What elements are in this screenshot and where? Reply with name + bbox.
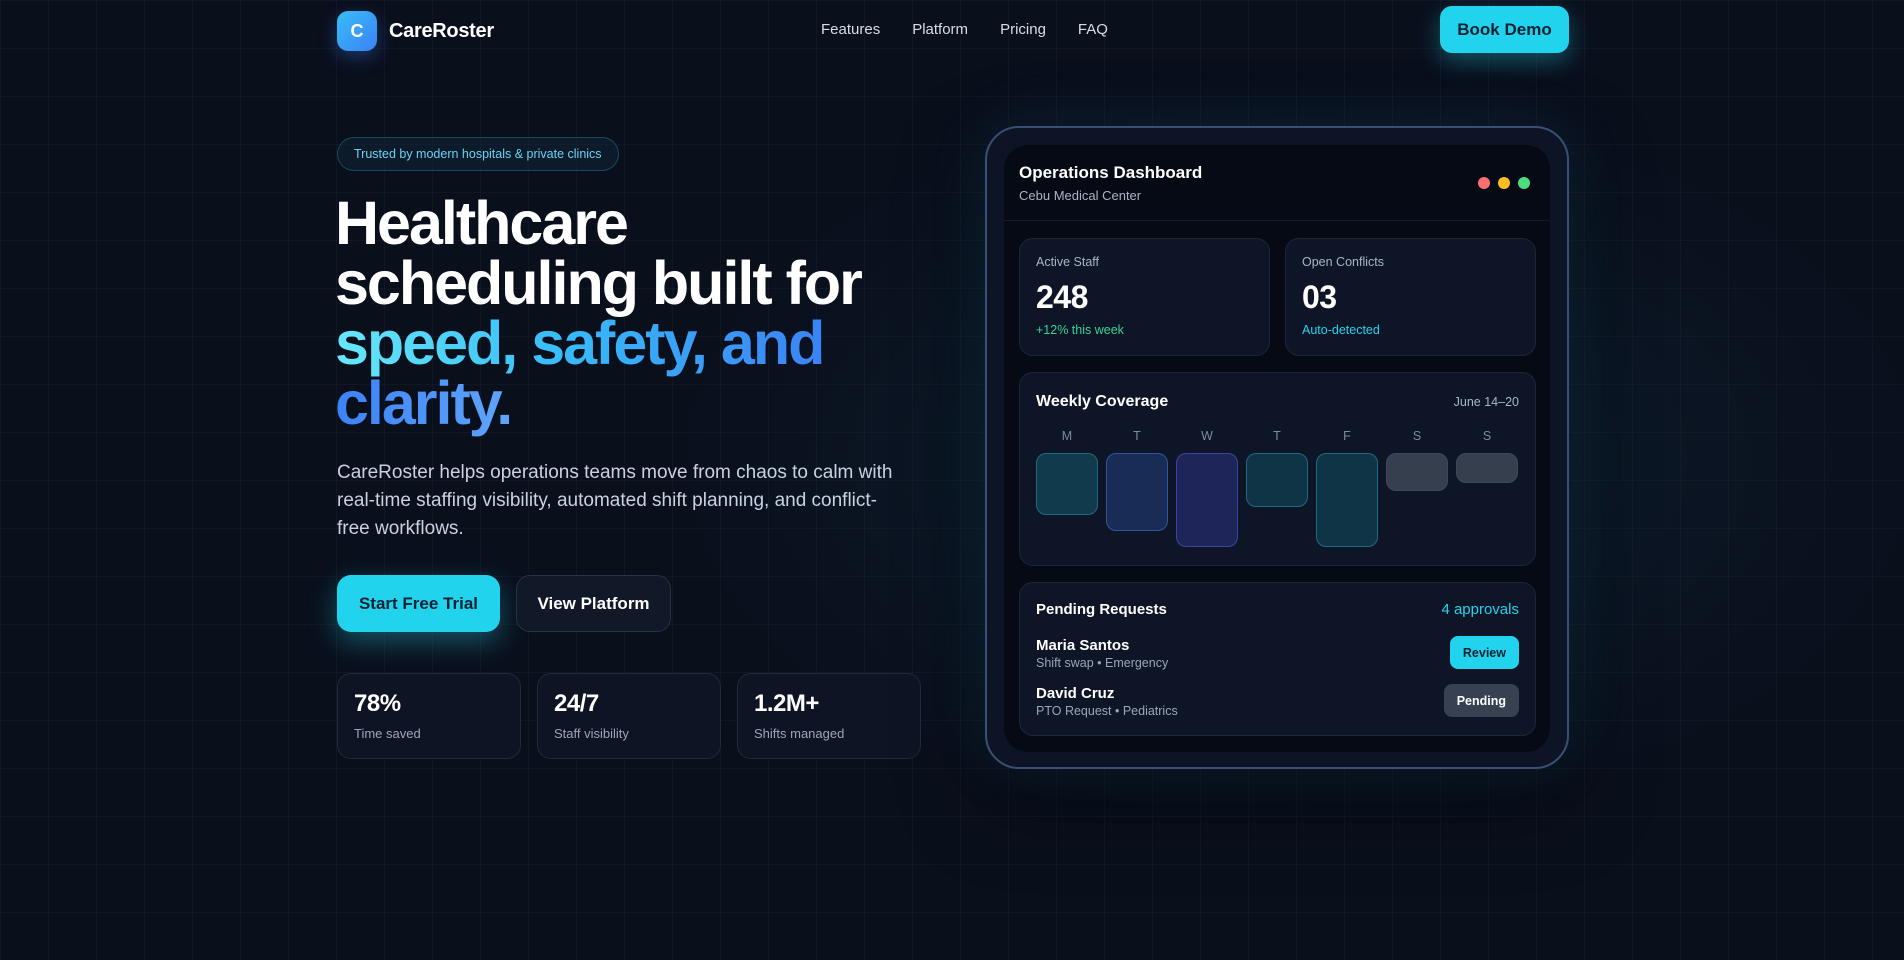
coverage-day-bar xyxy=(1316,453,1378,547)
hero-title: Healthcare scheduling built for speed, s… xyxy=(335,193,935,434)
brand-logo[interactable]: C CareRoster xyxy=(337,11,494,51)
coverage-day-label: S xyxy=(1412,429,1422,443)
review-button[interactable]: Review xyxy=(1449,636,1519,669)
kpi-card-open-conflicts: Open Conflicts 03 Auto-detected xyxy=(1285,238,1536,356)
hero-title-line2: scheduling built for xyxy=(335,249,863,317)
pending-requests-panel: Pending Requests 4 approvals Maria Santo… xyxy=(1019,582,1536,736)
coverage-day-bar xyxy=(1386,453,1448,491)
hero-subtitle: CareRoster helps operations teams move f… xyxy=(337,462,893,539)
weekly-coverage-title: Weekly Coverage xyxy=(1036,393,1169,410)
coverage-day-bar xyxy=(1036,453,1098,515)
kpi-card-active-staff: Active Staff 248 +12% this week xyxy=(1019,238,1270,356)
kpi-label: Active Staff xyxy=(1036,255,1099,269)
hero-title-accent: speed, safety, and xyxy=(335,309,825,377)
stat-value: 24/7 xyxy=(554,690,599,717)
stat-label: Time saved xyxy=(354,726,421,741)
request-detail: Shift swap • Emergency xyxy=(1036,656,1169,670)
hero-title-line1: Healthcare xyxy=(335,189,629,257)
stat-card-time-saved: 78% Time saved xyxy=(337,673,521,759)
coverage-day-label: M xyxy=(1061,429,1073,443)
coverage-day-bar xyxy=(1456,453,1518,483)
logo-mark-icon: C xyxy=(337,11,377,51)
coverage-day-bar xyxy=(1176,453,1238,547)
kpi-note: Auto-detected xyxy=(1302,323,1380,337)
nav-links: Features Platform Pricing FAQ xyxy=(821,21,1108,38)
hero-title-accent2: clarity. xyxy=(335,369,513,437)
start-free-trial-button[interactable]: Start Free Trial xyxy=(337,575,500,632)
dashboard-title: Operations Dashboard xyxy=(1019,163,1203,182)
window-dot-yellow-icon xyxy=(1498,177,1510,189)
coverage-day-label: S xyxy=(1482,429,1492,443)
view-platform-button[interactable]: View Platform xyxy=(516,575,671,632)
top-nav: C CareRoster Features Platform Pricing F… xyxy=(0,0,1904,60)
window-dot-red-icon xyxy=(1478,177,1490,189)
approvals-count-link[interactable]: 4 approvals xyxy=(1441,601,1519,618)
stat-label: Shifts managed xyxy=(754,726,845,741)
nav-link-pricing[interactable]: Pricing xyxy=(1000,21,1046,38)
stat-label: Staff visibility xyxy=(554,726,629,741)
stat-value: 1.2M+ xyxy=(754,690,819,717)
coverage-day-label: T xyxy=(1133,429,1141,443)
weekly-coverage-panel: Weekly Coverage June 14–20 M T W T F S S xyxy=(1019,372,1536,566)
request-name: David Cruz xyxy=(1036,685,1115,702)
nav-link-platform[interactable]: Platform xyxy=(912,21,968,38)
dashboard-header: Operations Dashboard Cebu Medical Center xyxy=(1004,145,1550,221)
stat-card-staff-visibility: 24/7 Staff visibility xyxy=(537,673,721,759)
nav-link-faq[interactable]: FAQ xyxy=(1078,21,1108,38)
kpi-value: 03 xyxy=(1302,279,1337,315)
brand-name: CareRoster xyxy=(389,19,494,42)
kpi-label: Open Conflicts xyxy=(1302,255,1384,269)
request-name: Maria Santos xyxy=(1036,637,1130,654)
coverage-day-bar xyxy=(1246,453,1308,507)
coverage-day-label: W xyxy=(1201,429,1213,443)
window-dot-green-icon xyxy=(1518,177,1530,189)
stat-value: 78% xyxy=(354,690,401,717)
dashboard-device-frame: Operations Dashboard Cebu Medical Center… xyxy=(985,126,1569,769)
coverage-day-label: F xyxy=(1343,429,1351,443)
coverage-day-bar xyxy=(1106,453,1168,531)
weekly-coverage-range: June 14–20 xyxy=(1453,395,1519,409)
dashboard-subtitle: Cebu Medical Center xyxy=(1019,188,1142,203)
stat-card-shifts-managed: 1.2M+ Shifts managed xyxy=(737,673,921,759)
nav-link-features[interactable]: Features xyxy=(821,21,880,38)
trust-badge: Trusted by modern hospitals & private cl… xyxy=(337,137,619,171)
book-demo-button[interactable]: Book Demo xyxy=(1440,6,1569,53)
window-dots xyxy=(1478,177,1530,189)
request-detail: PTO Request • Pediatrics xyxy=(1036,704,1178,718)
pending-button[interactable]: Pending xyxy=(1443,684,1519,717)
coverage-day-label: T xyxy=(1273,429,1281,443)
kpi-note: +12% this week xyxy=(1036,323,1124,337)
pending-requests-title: Pending Requests xyxy=(1036,601,1167,618)
dashboard-screen: Operations Dashboard Cebu Medical Center… xyxy=(1004,145,1550,752)
kpi-value: 248 xyxy=(1036,279,1088,315)
